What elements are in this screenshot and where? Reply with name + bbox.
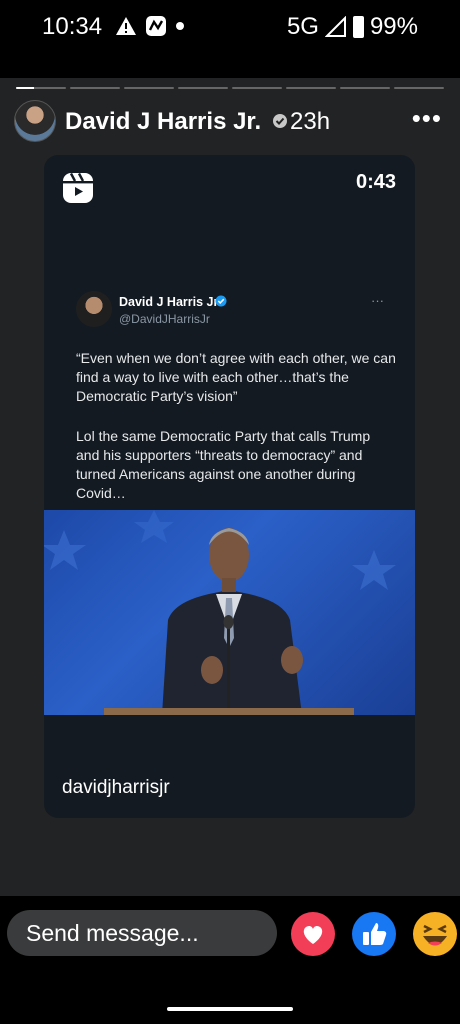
tweet-avatar xyxy=(76,291,112,327)
story-progress-segment xyxy=(394,87,444,89)
heart-reaction-button[interactable] xyxy=(291,912,335,956)
reel-username[interactable]: davidjharrisjr xyxy=(62,777,170,799)
network-label: 5G xyxy=(286,13,319,40)
bottom-bar: Send message... xyxy=(0,896,460,1024)
dot-icon xyxy=(176,22,184,30)
video-duration: 0:43 xyxy=(355,171,396,193)
tweet-handle: @DavidJHarrisJr xyxy=(119,312,210,326)
haha-reaction-button[interactable] xyxy=(413,912,457,956)
app-notification-icon xyxy=(146,16,166,36)
story-progress-segment xyxy=(232,87,282,89)
author-avatar[interactable] xyxy=(14,100,56,142)
reel-card[interactable]: 0:43 David J Harris Jr @DavidJHarrisJr ·… xyxy=(44,155,415,818)
reels-icon xyxy=(63,172,93,203)
thumbs-up-icon xyxy=(352,912,396,956)
tweet-paragraph: “Even when we don’t agree with each othe… xyxy=(76,350,396,404)
tweet-verified-icon xyxy=(215,295,227,307)
tweet-more-icon: ··· xyxy=(371,293,384,308)
story-progress-segment xyxy=(16,87,66,89)
story-progress-segment xyxy=(340,87,390,89)
story-progress-segment xyxy=(70,87,120,89)
author-name[interactable]: David J Harris Jr. xyxy=(65,108,261,136)
tweet-paragraph: Lol the same Democratic Party that calls… xyxy=(76,428,371,501)
like-reaction-button[interactable] xyxy=(352,912,396,956)
video-frame[interactable] xyxy=(44,510,415,715)
story-progress-segment xyxy=(124,87,174,89)
status-bar: 10:34 5G 99% xyxy=(0,0,460,78)
more-options-button[interactable]: ••• xyxy=(412,103,442,134)
verified-icon xyxy=(273,114,287,128)
tweet-author-name: David J Harris Jr xyxy=(119,295,219,309)
laughing-emoji-icon xyxy=(413,912,457,956)
story-progress xyxy=(16,87,444,89)
status-time: 10:34 xyxy=(42,13,103,40)
home-indicator[interactable] xyxy=(167,1007,293,1011)
battery-label: 99% xyxy=(369,13,418,40)
story-progress-segment xyxy=(286,87,336,89)
story-progress-segment xyxy=(178,87,228,89)
signal-icon xyxy=(324,16,346,37)
story-progress-fill xyxy=(16,87,34,89)
heart-icon xyxy=(291,912,335,956)
warning-icon xyxy=(116,17,136,35)
video-still xyxy=(44,510,396,715)
battery-icon xyxy=(352,16,364,38)
send-message-input[interactable]: Send message... xyxy=(7,910,277,956)
story-age: 23h xyxy=(290,108,331,135)
